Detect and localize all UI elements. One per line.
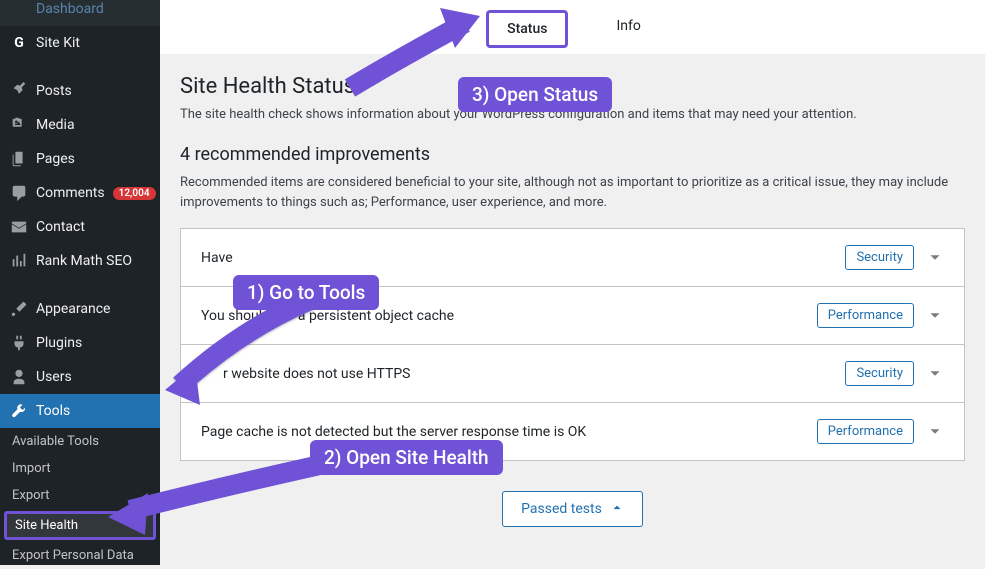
comments-count-badge: 12,004 <box>113 187 156 200</box>
passed-tests-button[interactable]: Passed tests <box>502 491 643 527</box>
annotation-arrow <box>100 455 330 535</box>
menu-label: Pages <box>36 151 150 167</box>
improvement-row[interactable]: Page cache is not detected but the serve… <box>181 403 964 460</box>
passed-label: Passed tests <box>521 501 602 517</box>
menu-label: Comments <box>36 185 105 201</box>
chevron-up-icon <box>610 500 624 518</box>
wrench-icon <box>10 402 28 420</box>
plug-icon <box>10 334 28 352</box>
menu-label: Contact <box>36 219 150 235</box>
menu-label: Dashboard <box>36 1 150 17</box>
menu-item-media[interactable]: Media <box>0 108 160 142</box>
menu-label: Rank Math SEO <box>36 253 150 269</box>
user-icon <box>10 368 28 386</box>
menu-item-tools[interactable]: Tools <box>0 394 160 428</box>
chevron-down-icon <box>926 249 944 267</box>
menu-label: Tools <box>36 403 150 419</box>
row-title: Page cache is not detected but the serve… <box>201 424 817 440</box>
category-chip: Performance <box>817 419 914 444</box>
tab-info[interactable]: Info <box>598 10 658 48</box>
menu-item-pages[interactable]: Pages <box>0 142 160 176</box>
brush-icon <box>10 300 28 318</box>
category-chip: Security <box>845 245 914 270</box>
menu-item-users[interactable]: Users <box>0 360 160 394</box>
category-chip: Performance <box>817 303 914 328</box>
section-title: 4 recommended improvements <box>180 144 965 165</box>
comment-icon <box>10 184 28 202</box>
menu-label: Plugins <box>36 335 150 351</box>
annotation-step3: 3) Open Status <box>458 77 612 112</box>
menu-item-plugins[interactable]: Plugins <box>0 326 160 360</box>
chevron-down-icon <box>926 307 944 325</box>
chevron-down-icon <box>926 423 944 441</box>
media-icon <box>10 116 28 134</box>
mail-icon <box>10 218 28 236</box>
dashboard-icon <box>10 0 28 18</box>
menu-item-posts[interactable]: Posts <box>0 74 160 108</box>
pin-icon <box>10 82 28 100</box>
page-icon <box>10 150 28 168</box>
chart-icon <box>10 252 28 270</box>
tab-status[interactable]: Status <box>486 10 568 48</box>
annotation-step2: 2) Open Site Health <box>310 440 503 475</box>
menu-label: Appearance <box>36 301 150 317</box>
category-chip: Security <box>845 361 914 386</box>
menu-item-comments[interactable]: Comments 12,004 <box>0 176 160 210</box>
menu-label: Users <box>36 369 150 385</box>
row-title: Have <box>201 250 845 266</box>
menu-item-appearance[interactable]: Appearance <box>0 292 160 326</box>
section-description: Recommended items are considered benefic… <box>180 173 965 212</box>
submenu-available-tools[interactable]: Available Tools <box>0 428 160 455</box>
google-g-icon: G <box>10 34 28 52</box>
annotation-step1: 1) Go to Tools <box>233 275 379 310</box>
tab-bar: Status Info <box>160 0 985 54</box>
chevron-down-icon <box>926 365 944 383</box>
menu-label: Media <box>36 117 150 133</box>
menu-label: Site Kit <box>36 35 150 51</box>
menu-item-contact[interactable]: Contact <box>0 210 160 244</box>
menu-label: Posts <box>36 83 150 99</box>
menu-item-dashboard[interactable]: Dashboard <box>0 0 160 26</box>
menu-item-site-kit[interactable]: G Site Kit <box>0 26 160 60</box>
menu-item-rank-math[interactable]: Rank Math SEO <box>0 244 160 278</box>
